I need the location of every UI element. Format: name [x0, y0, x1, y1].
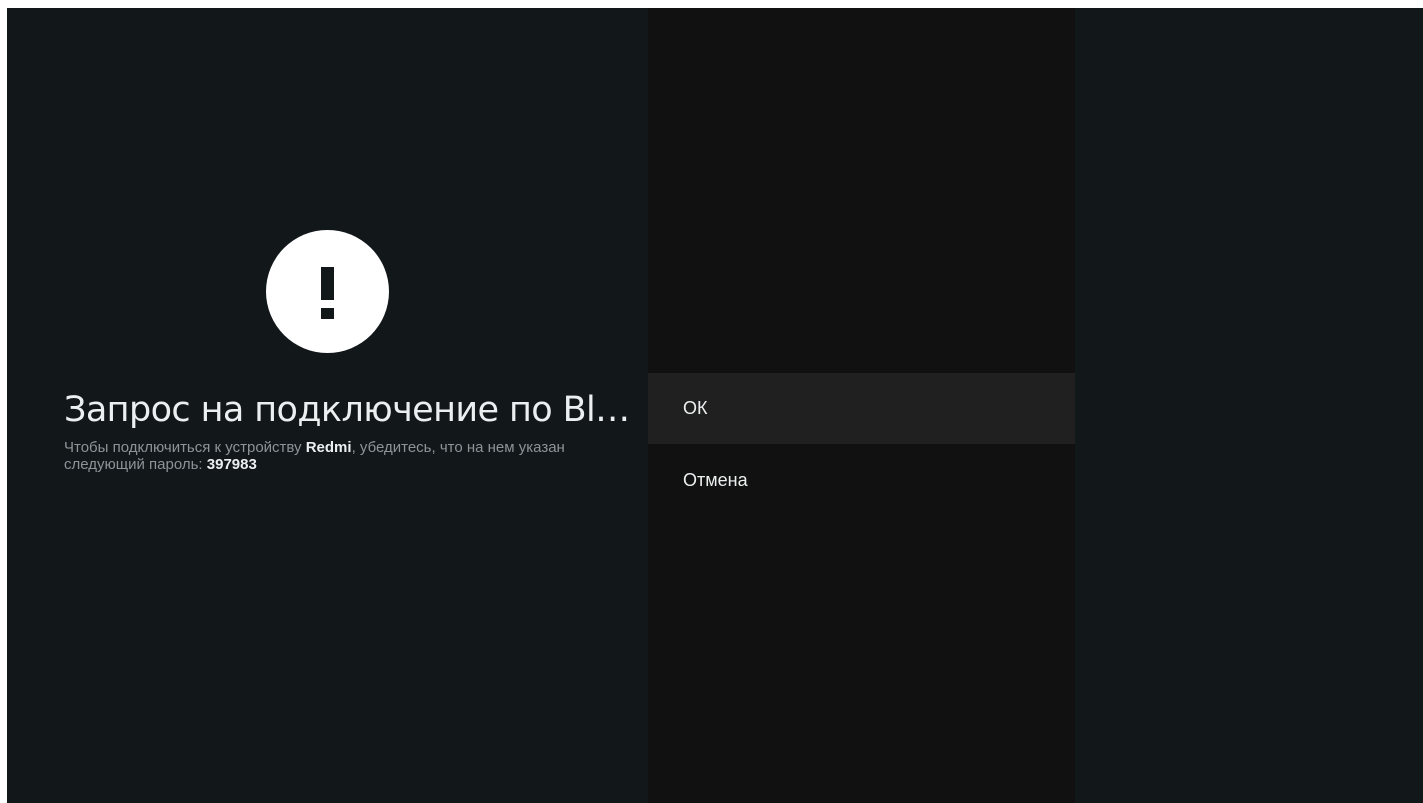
- guidance-panel: Запрос на подключение по Bluetooth Чтобы…: [7, 8, 648, 803]
- actions-panel: ОК Отмена: [648, 8, 1075, 803]
- dialog-title: Запрос на подключение по Bluetooth: [64, 390, 644, 430]
- ok-button-label: ОК: [683, 398, 708, 418]
- passkey: 397983: [206, 456, 257, 473]
- exclamation-bar: [321, 267, 334, 300]
- alert-exclamation-icon: [266, 230, 389, 353]
- tv-screen: Запрос на подключение по Bluetooth Чтобы…: [7, 8, 1423, 803]
- description-text-start: Чтобы подключиться к устройству: [64, 439, 306, 456]
- cancel-button-label: Отмена: [683, 470, 748, 490]
- ok-button[interactable]: ОК: [648, 373, 1075, 444]
- dialog-description: Чтобы подключиться к устройству Redmi, у…: [64, 439, 624, 473]
- empty-side-area: [1075, 8, 1423, 803]
- cancel-button[interactable]: Отмена: [648, 445, 1075, 516]
- exclamation-dot: [321, 308, 334, 319]
- device-name: Redmi: [305, 439, 352, 456]
